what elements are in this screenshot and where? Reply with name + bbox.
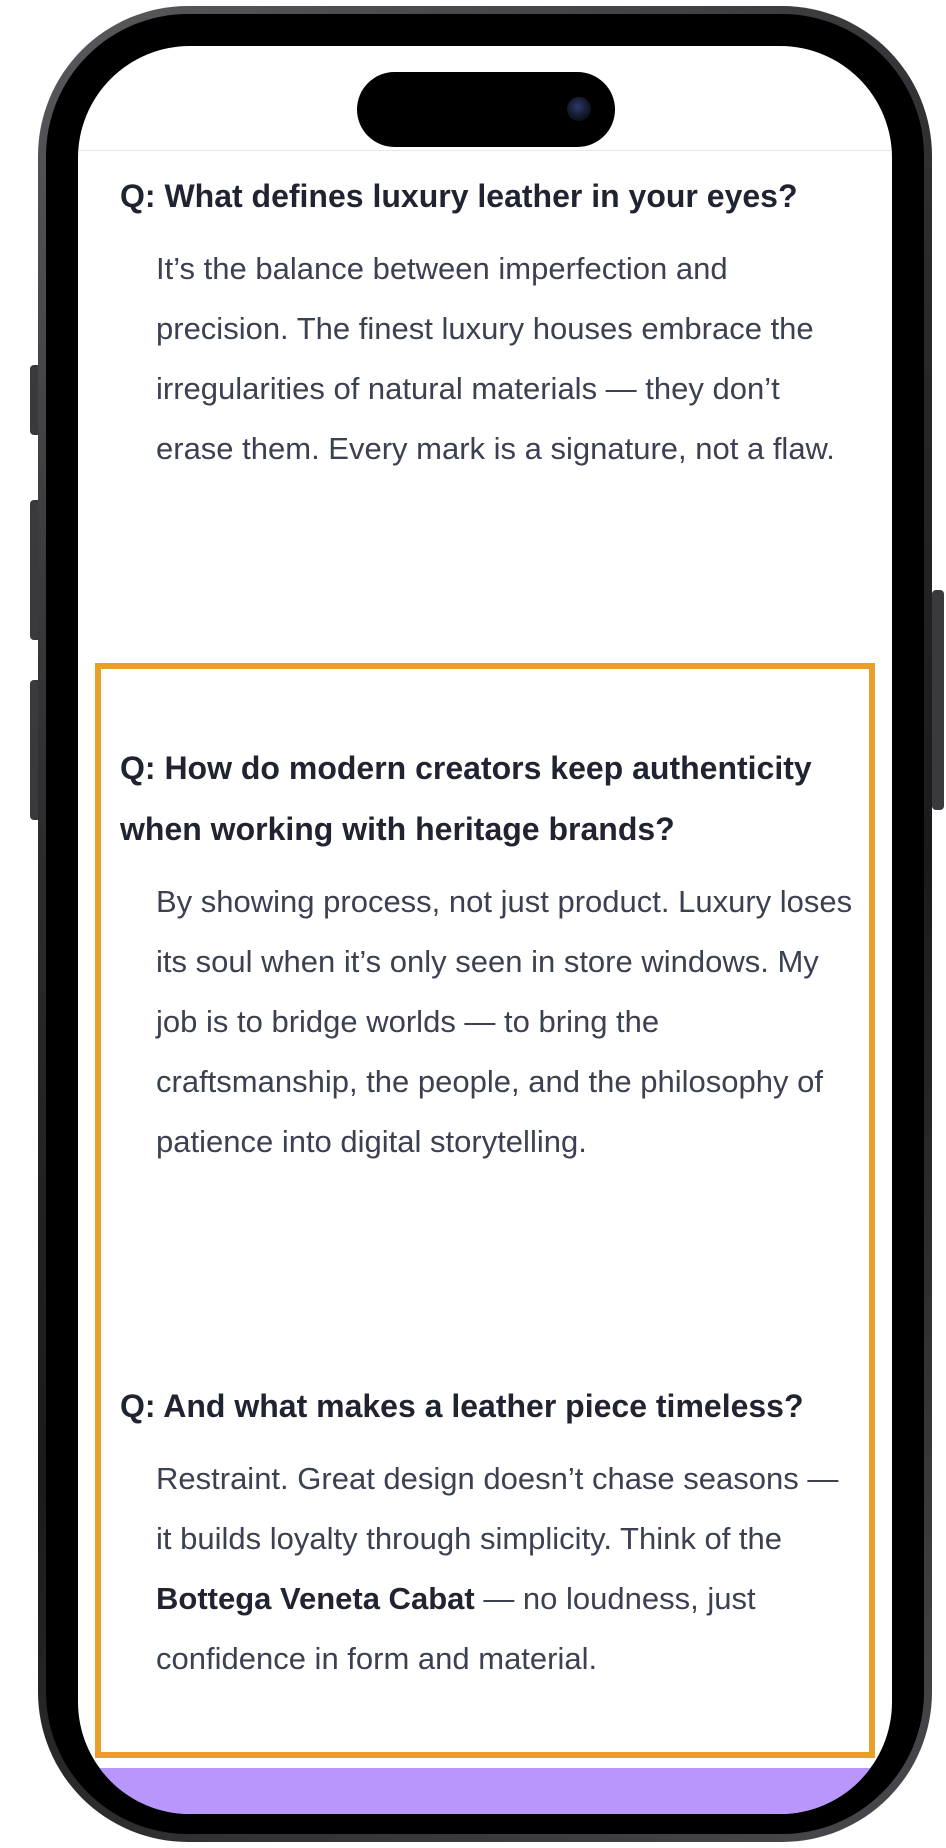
qa-answer: It’s the balance between imperfection an… bbox=[156, 251, 835, 466]
device-stage: Q: What defines luxury leather in your e… bbox=[0, 0, 946, 1848]
dynamic-island bbox=[357, 72, 615, 147]
header-divider bbox=[78, 150, 892, 151]
product-name: Bottega Veneta Cabat bbox=[156, 1581, 475, 1616]
qa-question: Q: What defines luxury leather in your e… bbox=[120, 178, 798, 214]
qa-item: Q: What defines luxury leather in your e… bbox=[120, 166, 860, 479]
qa-answer: Restraint. Great design doesn’t chase se… bbox=[156, 1449, 860, 1689]
qa-answer: By showing process, not just product. Lu… bbox=[156, 884, 853, 1159]
power-button bbox=[932, 590, 944, 810]
qa-item: Q: How do modern creators keep authentic… bbox=[120, 738, 860, 1172]
qa-item: Q: And what makes a leather piece timele… bbox=[120, 1376, 860, 1689]
phone-screen[interactable]: Q: What defines luxury leather in your e… bbox=[78, 46, 892, 1814]
qa-question: Q: How do modern creators keep authentic… bbox=[120, 750, 812, 847]
camera-icon bbox=[567, 97, 591, 121]
qa-question: Q: And what makes a leather piece timele… bbox=[120, 1388, 804, 1424]
answer-text: Restraint. Great design doesn’t chase se… bbox=[156, 1461, 839, 1556]
bottom-bar[interactable] bbox=[78, 1768, 892, 1814]
